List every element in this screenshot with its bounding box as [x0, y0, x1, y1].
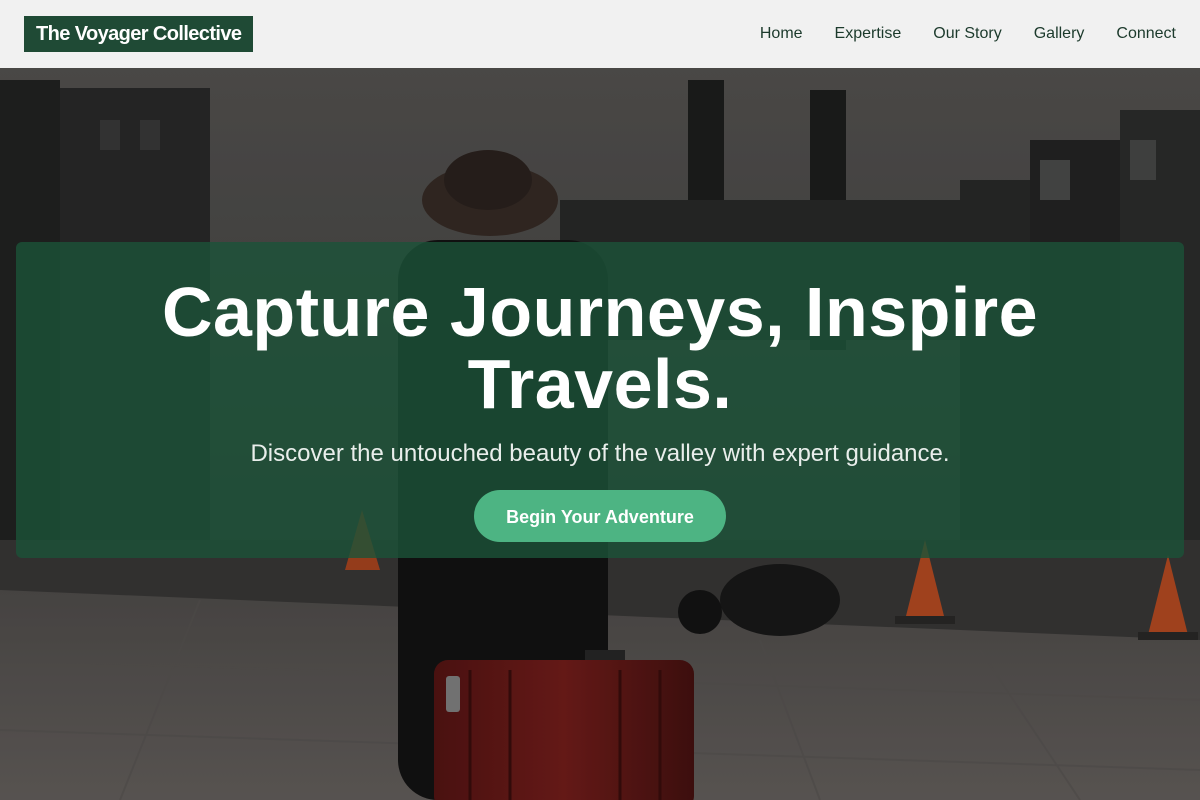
hero-headline-line-2: Travels. — [467, 345, 733, 423]
nav-link-expertise[interactable]: Expertise — [835, 25, 902, 43]
begin-adventure-button[interactable]: Begin Your Adventure — [474, 490, 726, 542]
main-nav: Home Expertise Our Story Gallery Connect — [728, 25, 1176, 43]
brand-logo[interactable]: The Voyager Collective — [24, 16, 254, 52]
hero-subtitle: Discover the untouched beauty of the val… — [250, 440, 950, 467]
hero-headline: Capture Journeys, Inspire Travels. — [16, 242, 1184, 420]
site-header: The Voyager Collective Home Expertise Ou… — [0, 0, 1200, 68]
page: The Voyager Collective Home Expertise Ou… — [0, 0, 1200, 800]
nav-link-home[interactable]: Home — [760, 25, 803, 43]
nav-link-our-story[interactable]: Our Story — [933, 25, 1001, 43]
hero-headline-line-1: Capture Journeys, Inspire — [161, 273, 1039, 351]
nav-link-gallery[interactable]: Gallery — [1034, 25, 1085, 43]
hero-panel: Capture Journeys, Inspire Travels. Disco… — [16, 242, 1184, 558]
nav-link-connect[interactable]: Connect — [1116, 25, 1176, 43]
